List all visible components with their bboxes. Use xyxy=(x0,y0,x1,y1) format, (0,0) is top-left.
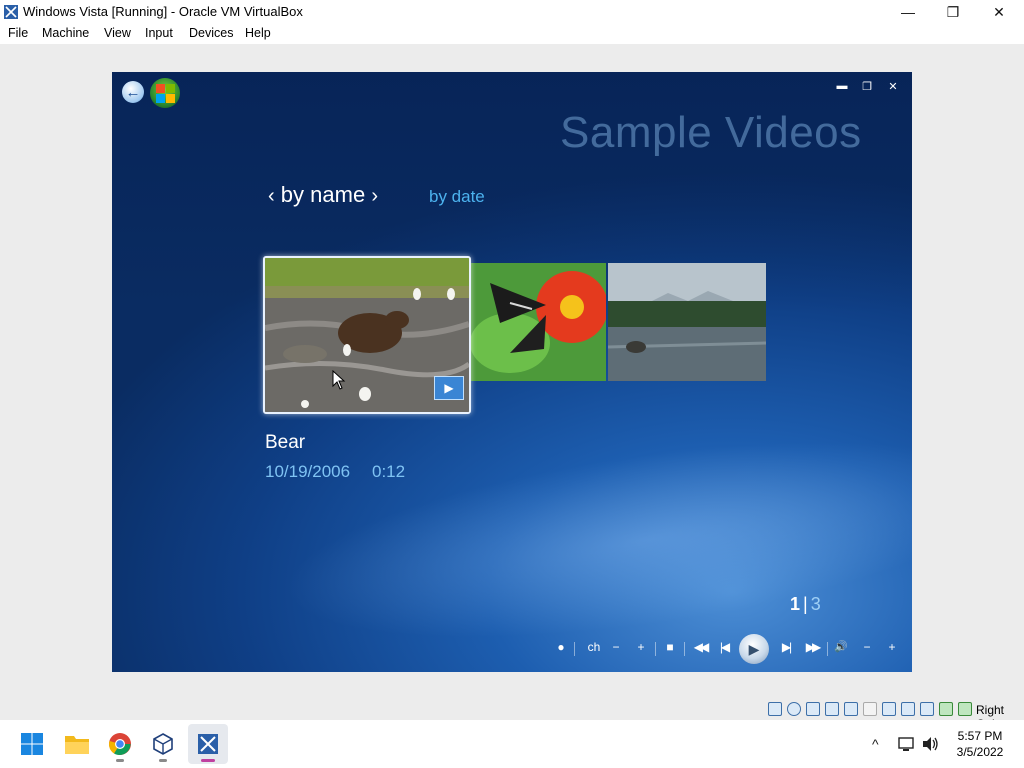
video-thumbnail-butterfly[interactable] xyxy=(470,263,606,381)
transport-divider xyxy=(655,642,656,656)
selected-video-title: Bear xyxy=(265,432,306,453)
windows-start-orb-icon[interactable] xyxy=(150,78,180,108)
orb-quadrant xyxy=(156,84,165,93)
chrome-icon xyxy=(108,733,131,755)
menu-devices[interactable]: Devices xyxy=(189,26,233,40)
windows-logo-icon xyxy=(21,733,43,755)
menu-help[interactable]: Help xyxy=(245,26,271,40)
vm-vista-icon xyxy=(198,734,218,754)
page-total: 3 xyxy=(810,594,821,614)
stop-icon[interactable]: ■ xyxy=(661,640,679,654)
page-current: 1 xyxy=(790,594,801,614)
clock-time: 5:57 PM xyxy=(957,729,1003,743)
orb-quadrant xyxy=(166,94,175,103)
sort-by-date[interactable]: by date xyxy=(429,187,485,207)
previous-track-icon[interactable]: |◀ xyxy=(714,640,734,654)
vbox-status-bar: Right Ctrl xyxy=(760,700,1024,731)
title-bar: Windows Vista [Running] - Oracle VM Virt… xyxy=(0,0,1024,24)
display-icon[interactable] xyxy=(882,702,896,716)
sort-by-name[interactable]: ‹ by name › xyxy=(268,182,378,208)
transport-divider xyxy=(827,642,828,656)
orb-quadrant xyxy=(156,94,165,103)
minimize-button[interactable]: — xyxy=(885,0,931,24)
running-indicator xyxy=(201,759,215,762)
transport-divider xyxy=(684,642,685,656)
mouse-integration-icon[interactable] xyxy=(958,702,972,716)
running-indicator xyxy=(116,759,124,762)
volume-down-button[interactable]: − xyxy=(858,640,876,654)
menu-machine[interactable]: Machine xyxy=(42,26,89,40)
audio-icon[interactable] xyxy=(806,702,820,716)
vm-display[interactable]: ← ▬ ❐ ✕ Sample Videos ‹ by name › by dat… xyxy=(112,72,912,672)
channel-down-button[interactable]: − xyxy=(607,640,625,654)
recording-icon[interactable] xyxy=(901,702,915,716)
hard-disk-icon[interactable] xyxy=(768,702,782,716)
restore-button[interactable]: ❐ xyxy=(930,0,976,24)
transport-divider xyxy=(574,642,575,656)
menu-view[interactable]: View xyxy=(104,26,131,40)
cpu-icon[interactable] xyxy=(920,702,934,716)
usb-icon[interactable] xyxy=(844,702,858,716)
sort-prev-arrow-icon[interactable]: ‹ xyxy=(268,185,275,207)
running-indicator xyxy=(159,759,167,762)
play-icon: ▶ xyxy=(748,640,760,657)
close-button[interactable]: ✕ xyxy=(976,0,1022,24)
sort-active-label: by name xyxy=(280,182,366,207)
window-title: Windows Vista [Running] - Oracle VM Virt… xyxy=(23,4,303,19)
back-arrow-icon[interactable]: ← xyxy=(122,81,144,103)
optical-drive-icon[interactable] xyxy=(787,702,801,716)
volume-up-button[interactable]: + xyxy=(883,640,901,654)
sort-next-arrow-icon[interactable]: › xyxy=(371,185,378,207)
selected-video-date: 10/19/2006 xyxy=(265,462,351,481)
system-clock[interactable]: 5:57 PM 3/5/2022 xyxy=(945,728,1015,760)
video-thumbnail-lake[interactable] xyxy=(608,263,766,381)
page-indicator: 1 | 3 xyxy=(790,594,821,615)
transport-controls: ● ch − + ■ ◀◀ |◀ ▶ ▶| ▶▶ 🔊 − + xyxy=(552,634,902,664)
play-button[interactable]: ▶ xyxy=(739,634,769,664)
folder-icon xyxy=(65,736,89,754)
orb-quadrant xyxy=(166,84,175,93)
chrome-button[interactable] xyxy=(100,724,140,764)
selected-video-duration: 0:12 xyxy=(372,462,406,481)
menu-file[interactable]: File xyxy=(8,26,28,40)
next-track-icon[interactable]: ▶| xyxy=(776,640,796,654)
vm-window-button[interactable] xyxy=(188,724,228,764)
fast-forward-icon[interactable]: ▶▶ xyxy=(800,640,824,654)
mce-minimize-icon[interactable]: ▬ xyxy=(832,80,852,96)
video-thumbnail-bear[interactable]: ▶ xyxy=(263,256,471,414)
mce-restore-icon[interactable]: ❐ xyxy=(857,80,877,96)
page-separator: | xyxy=(803,594,808,614)
channel-label: ch xyxy=(587,640,601,654)
virtualbox-manager-button[interactable] xyxy=(143,724,183,764)
record-icon[interactable]: ● xyxy=(552,640,570,654)
guest-additions-icon[interactable] xyxy=(939,702,953,716)
mouse-cursor-icon xyxy=(332,370,346,390)
network-icon[interactable] xyxy=(825,702,839,716)
menu-input[interactable]: Input xyxy=(145,26,173,40)
lake-image xyxy=(608,263,766,381)
rewind-icon[interactable]: ◀◀ xyxy=(688,640,712,654)
mute-speaker-icon[interactable]: 🔊 xyxy=(832,640,850,653)
tray-overflow-chevron-icon[interactable]: ^ xyxy=(872,736,879,752)
clock-date: 3/5/2022 xyxy=(956,745,1004,759)
volume-tray-icon[interactable] xyxy=(922,736,940,752)
file-explorer-button[interactable] xyxy=(57,724,97,764)
video-file-icon: ▶ xyxy=(434,376,464,400)
virtualbox-cube-icon xyxy=(153,733,173,755)
channel-up-button[interactable]: + xyxy=(632,640,650,654)
menu-bar: File Machine View Input Devices Help xyxy=(0,24,1024,44)
network-tray-icon[interactable] xyxy=(898,736,916,752)
taskbar: ^ 5:57 PM 3/5/2022 xyxy=(0,720,1024,768)
shared-folders-icon[interactable] xyxy=(863,702,877,716)
mce-close-icon[interactable]: ✕ xyxy=(883,80,903,96)
virtualbox-app-icon xyxy=(4,5,18,19)
butterfly-image xyxy=(470,263,606,381)
start-button[interactable] xyxy=(12,724,52,764)
page-title: Sample Videos xyxy=(560,108,862,157)
